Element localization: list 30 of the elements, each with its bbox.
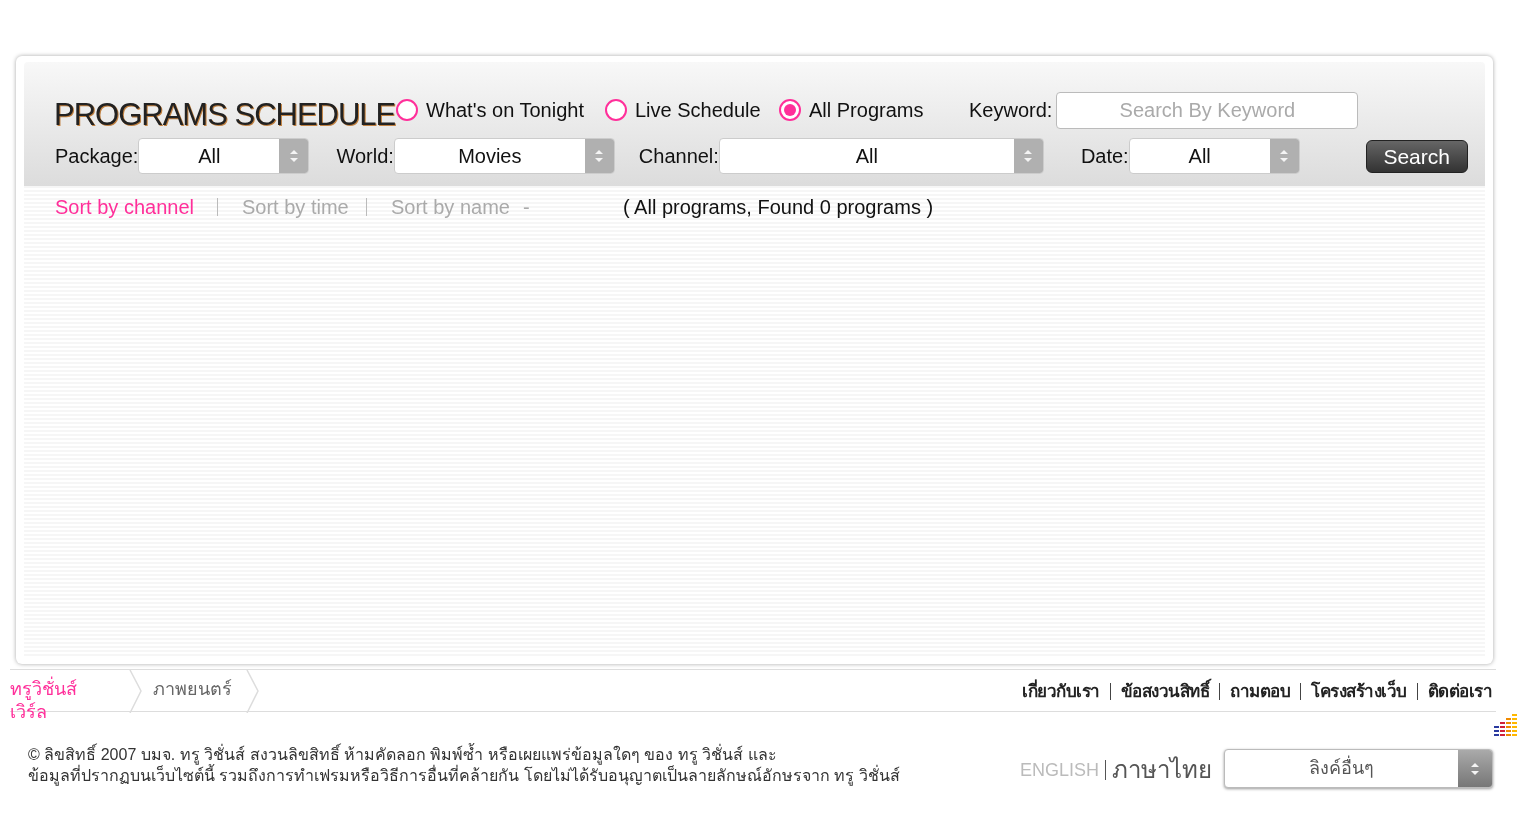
other-links-dropdown[interactable]: ลิงค์อื่นๆ	[1224, 749, 1493, 788]
radio-option[interactable]: Live Schedule	[605, 95, 779, 126]
dropdown[interactable]: All	[138, 138, 310, 174]
dropdown[interactable]: Movies	[393, 138, 615, 174]
radio-option[interactable]: What's on Tonight	[396, 95, 605, 126]
footer-link[interactable]: เกี่ยวกับเรา	[1022, 678, 1100, 705]
sort-separator: -	[523, 195, 531, 220]
language-link[interactable]: ภาษาไทย	[1112, 752, 1213, 788]
keyword-label: Keyword:	[969, 98, 1053, 124]
radio-option[interactable]: All Programs	[779, 95, 969, 126]
dropdown[interactable]: All	[1128, 138, 1300, 174]
spinner-icon	[1013, 139, 1043, 173]
spinner-icon	[279, 139, 309, 173]
filter-label: Date:	[1080, 144, 1129, 169]
footer-link[interactable]: ถามตอบ	[1230, 678, 1290, 705]
footer-link[interactable]: ติดต่อเรา	[1427, 678, 1492, 705]
copyright-text: © ลิขสิทธิ์ 2007 บมจ. ทรู วิชั่นส์ สงวนลิขสิทธิ์ ห้ามคัดลอก พิมพ์ซ้ำ หรือเผยแพร่ข้อมูลใดๆ ของ ทรู วิชั่นส์ และ ข้อมูลที่ปรากฏบนเว็บไซต์นี้ รวมถึงการทำเฟรมหรือวิธีการอื่นที่คล้ายกัน โดยไม่ได้รับอนุญาตเป็นลายลักษณ์อักษรจาก ทรู วิชั่นส์	[28, 744, 900, 786]
keyword-field[interactable]: Search By Keyword	[1056, 91, 1359, 129]
search-button[interactable]: Search	[1365, 139, 1468, 173]
result-summary: ( All programs, Found 0 programs )	[623, 195, 934, 220]
filter-label: World:	[336, 144, 394, 169]
filter-label: Package:	[55, 144, 139, 169]
footer-link[interactable]: โครงสร้างเว็บ	[1311, 678, 1407, 705]
spinner-icon	[584, 139, 614, 173]
spinner-icon	[1458, 750, 1492, 787]
page-title: PROGRAMS SCHEDULE	[54, 96, 396, 134]
spinner-icon	[1269, 139, 1299, 173]
dropdown[interactable]: All	[718, 138, 1044, 174]
breadcrumb-link[interactable]: ภาพยนตร์	[153, 670, 232, 701]
filter-label: Channel:	[638, 144, 719, 169]
